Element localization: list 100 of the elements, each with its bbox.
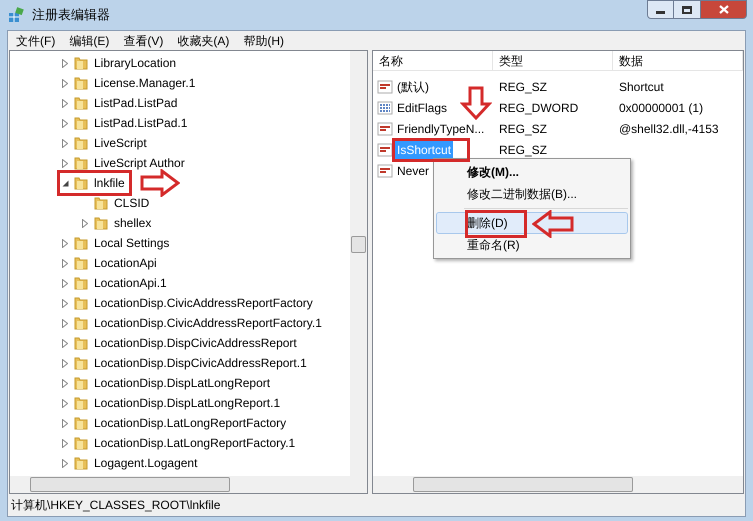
- expand-arrow-icon[interactable]: [60, 418, 70, 428]
- maximize-button[interactable]: [674, 0, 701, 19]
- folder-icon: [73, 295, 89, 311]
- tree-item[interactable]: LocationDisp.DispLatLongReport.1: [92, 394, 282, 412]
- expand-arrow-icon[interactable]: [60, 438, 70, 448]
- folder-icon: [73, 175, 89, 191]
- expand-arrow-icon[interactable]: [60, 118, 70, 128]
- menu-item[interactable]: 帮助(H): [237, 32, 290, 50]
- folder-icon: [73, 95, 89, 111]
- status-text: 计算机\HKEY_CLASSES_ROOT\lnkfile: [11, 497, 220, 514]
- tree-item[interactable]: shellex: [112, 214, 154, 232]
- expand-arrow-icon[interactable]: [60, 458, 70, 468]
- menu-item[interactable]: 收藏夹(A): [171, 32, 236, 50]
- folder-icon: [73, 155, 89, 171]
- highlight-box: [465, 210, 527, 238]
- registry-icon: [8, 7, 24, 23]
- tree-item[interactable]: LocationDisp.LatLongReportFactory.1: [92, 434, 298, 452]
- tree-item[interactable]: lnkfile: [92, 174, 127, 192]
- expand-arrow-icon[interactable]: [60, 238, 70, 248]
- expand-arrow-icon[interactable]: [60, 58, 70, 68]
- tree-item[interactable]: LocationDisp.LatLongReportFactory: [92, 414, 288, 432]
- close-button[interactable]: [701, 0, 747, 19]
- folder-icon: [73, 235, 89, 251]
- menu-item[interactable]: 修改二进制数据(B)...: [436, 183, 628, 205]
- table-cell-text: @shell32.dll,-4153: [618, 120, 720, 138]
- folder-icon: [73, 55, 89, 71]
- tree-item[interactable]: LibraryLocation: [92, 54, 178, 72]
- tree-item[interactable]: License.Manager.1: [92, 74, 198, 92]
- folder-icon: [73, 75, 89, 91]
- column-header[interactable]: 类型: [493, 51, 613, 70]
- folder-icon: [93, 215, 109, 231]
- tree-item[interactable]: LocationDisp.DispCivicAddressReport.1: [92, 354, 309, 372]
- table-cell-text: Shortcut: [618, 78, 665, 96]
- value-name[interactable]: EditFlags: [395, 98, 450, 116]
- close-icon: [718, 5, 728, 14]
- expand-arrow-icon[interactable]: [60, 298, 70, 308]
- folder-icon: [73, 355, 89, 371]
- folder-icon: [73, 315, 89, 331]
- horizontal-scrollbar[interactable]: [373, 476, 743, 493]
- tree-item[interactable]: LiveScript: [92, 134, 149, 152]
- string-value-icon: [377, 78, 393, 94]
- tree-item[interactable]: Local Settings: [92, 234, 172, 252]
- tree-item[interactable]: LocationDisp.DispCivicAddressReport: [92, 334, 299, 352]
- folder-icon: [73, 275, 89, 291]
- column-header[interactable]: 数据: [613, 51, 743, 70]
- tree-item[interactable]: LocationDisp.DispLatLongReport: [92, 374, 272, 392]
- tree-item[interactable]: ListPad.ListPad: [92, 94, 180, 112]
- tree-item[interactable]: LocationApi: [92, 254, 159, 272]
- expand-arrow-icon[interactable]: [60, 158, 70, 168]
- menu-item[interactable]: 编辑(E): [63, 32, 116, 50]
- folder-icon: [73, 255, 89, 271]
- tree-item[interactable]: LocationDisp.CivicAddressReportFactory: [92, 294, 315, 312]
- left-arrow-icon: [532, 210, 574, 238]
- expand-arrow-icon[interactable]: [80, 218, 90, 228]
- value-name[interactable]: FriendlyTypeN...: [395, 120, 486, 138]
- window-title: 注册表编辑器: [32, 6, 110, 24]
- expand-arrow-icon[interactable]: [60, 278, 70, 288]
- expand-arrow-icon[interactable]: [60, 398, 70, 408]
- table-cell-text: REG_SZ: [498, 142, 548, 158]
- down-arrow-icon: [460, 86, 492, 120]
- folder-icon: [73, 115, 89, 131]
- tree-item[interactable]: LocationApi.1: [92, 274, 169, 292]
- minimize-button[interactable]: [647, 0, 674, 19]
- tree-item[interactable]: ListPad.ListPad.1: [92, 114, 190, 132]
- binary-value-icon: [377, 100, 393, 116]
- horizontal-scrollbar[interactable]: [10, 476, 367, 493]
- folder-icon: [73, 335, 89, 351]
- expand-arrow-icon[interactable]: [60, 338, 70, 348]
- expand-arrow-icon[interactable]: [60, 318, 70, 328]
- expand-arrow-icon[interactable]: [60, 138, 70, 148]
- expand-arrow-icon[interactable]: [60, 78, 70, 88]
- tree-item[interactable]: Logagent.Logagent: [92, 454, 200, 472]
- table-cell-text: 0x00000001 (1): [618, 100, 704, 116]
- folder-icon: [73, 395, 89, 411]
- expand-arrow-icon[interactable]: [60, 258, 70, 268]
- expand-arrow-icon[interactable]: [60, 98, 70, 108]
- menu-item[interactable]: 文件(F): [10, 32, 62, 50]
- value-name[interactable]: Never: [395, 162, 432, 180]
- collapse-arrow-icon[interactable]: [60, 178, 70, 188]
- tree-item[interactable]: LocationDisp.CivicAddressReportFactory.1: [92, 314, 324, 332]
- folder-icon: [73, 435, 89, 451]
- value-name[interactable]: (默认): [395, 78, 431, 96]
- folder-icon: [73, 375, 89, 391]
- folder-icon: [73, 415, 89, 431]
- folder-icon: [93, 195, 109, 211]
- table-cell-text: REG_SZ: [498, 78, 548, 96]
- string-value-icon: [377, 162, 393, 178]
- expand-arrow-icon[interactable]: [60, 358, 70, 368]
- vertical-scrollbar[interactable]: [350, 51, 367, 476]
- menu-item[interactable]: 重命名(R): [436, 234, 628, 256]
- tree-item[interactable]: LiveScript Author: [92, 154, 187, 172]
- folder-icon: [73, 455, 89, 471]
- menu-item[interactable]: 查看(V): [117, 32, 170, 50]
- column-header[interactable]: 名称: [373, 51, 493, 70]
- right-arrow-icon: [140, 169, 180, 197]
- expand-arrow-icon[interactable]: [60, 378, 70, 388]
- table-cell-text: REG_DWORD: [498, 100, 580, 116]
- menu-item[interactable]: 修改(M)...: [436, 161, 628, 183]
- string-value-icon: [377, 120, 393, 136]
- tree-item[interactable]: CLSID: [112, 194, 152, 212]
